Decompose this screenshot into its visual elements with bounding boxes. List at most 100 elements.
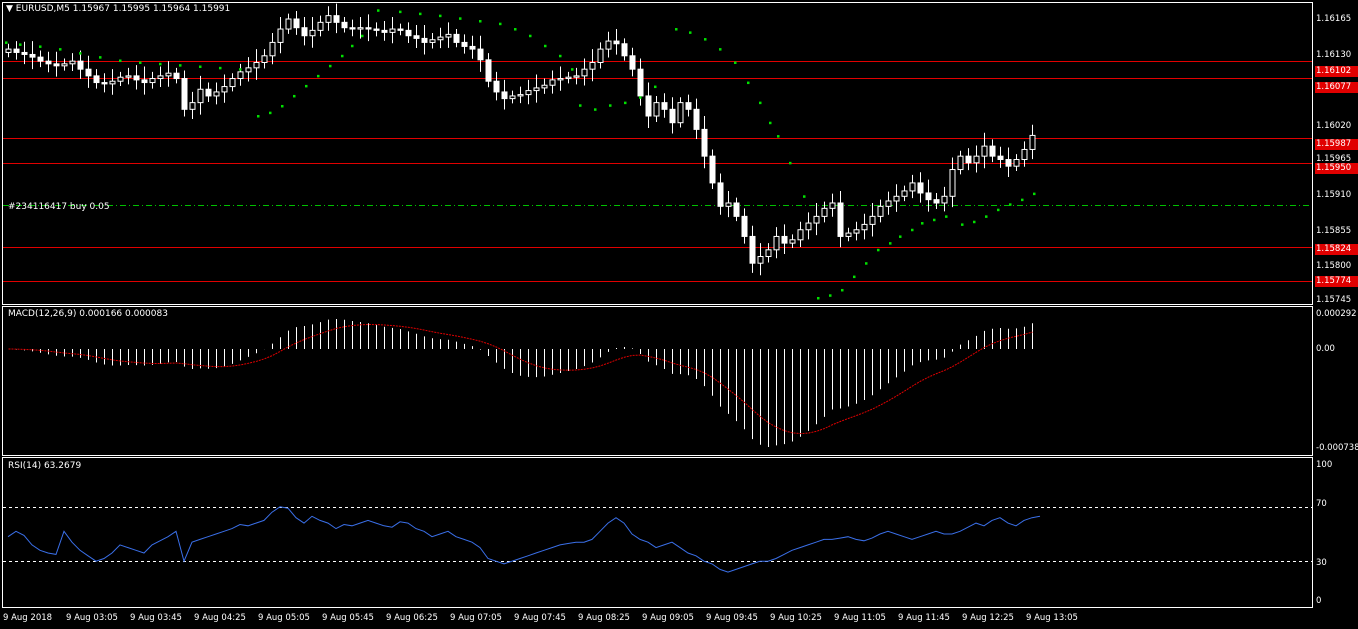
macd-panel-frame <box>2 306 1313 456</box>
candle <box>149 71 156 89</box>
candle <box>269 33 276 65</box>
candle <box>109 69 116 95</box>
rsi-label: RSI(14) 63.2679 <box>8 461 82 471</box>
candle <box>917 172 924 203</box>
time-tick: 9 Aug 10:25 <box>770 613 822 623</box>
time-tick: 9 Aug 11:05 <box>834 613 886 623</box>
candle <box>181 70 188 117</box>
candle <box>789 234 796 248</box>
candle <box>469 35 476 59</box>
sar-dot <box>529 34 532 38</box>
candle <box>493 71 500 101</box>
candle <box>1013 154 1020 172</box>
header-dropdown-icon[interactable]: ▼ <box>6 4 13 14</box>
candle <box>669 97 676 134</box>
sar-dot <box>841 288 844 292</box>
sar-dot <box>499 22 502 26</box>
sar-dot <box>19 43 22 46</box>
candle <box>373 22 380 37</box>
candle <box>821 201 828 223</box>
symbol-header[interactable]: ▼ EURUSD,M5 1.15967 1.15995 1.15964 1.15… <box>6 4 230 15</box>
sar-dot <box>933 218 936 222</box>
candle <box>93 69 100 89</box>
sar-dot <box>803 195 806 198</box>
candle <box>101 73 108 93</box>
rsi-axis-tick: 30 <box>1316 558 1327 568</box>
sar-dot <box>377 9 380 12</box>
candle <box>61 58 68 71</box>
level-tag[interactable]: 1.15774 <box>1315 276 1358 287</box>
time-tick: 9 Aug 13:05 <box>1026 613 1078 623</box>
sar-dot <box>689 31 692 34</box>
sar-dot <box>199 65 202 69</box>
candle <box>45 51 52 73</box>
sar-dot <box>293 94 296 98</box>
candle <box>853 221 860 241</box>
time-tick: 9 Aug 07:05 <box>450 613 502 623</box>
sar-dot <box>609 104 612 107</box>
macd-signal-line <box>8 323 1033 435</box>
candle <box>405 22 412 43</box>
level-tag[interactable]: 1.15950 <box>1315 163 1358 174</box>
candle <box>621 38 628 61</box>
macd-axis-tick: -0.000738 <box>1316 443 1358 453</box>
candle <box>229 73 236 92</box>
candle <box>613 29 620 55</box>
level-tag[interactable]: 1.15824 <box>1315 244 1358 255</box>
candle <box>77 50 84 79</box>
price-panel-frame <box>2 2 1313 305</box>
candle <box>157 66 164 87</box>
price-tick: 1.15855 <box>1316 226 1352 236</box>
sar-dot <box>719 48 722 51</box>
candle <box>829 193 836 217</box>
candle <box>589 49 596 82</box>
candle <box>21 41 28 65</box>
candle <box>957 150 964 175</box>
sar-dot <box>769 121 772 125</box>
sar-dot <box>829 294 832 297</box>
macd-axis-tick: 0.000292 <box>1316 309 1357 319</box>
sar-dot <box>997 208 1000 212</box>
chart-canvas[interactable] <box>0 0 1358 629</box>
candle <box>261 49 268 69</box>
candle <box>597 42 604 69</box>
level-tag[interactable]: 1.16102 <box>1315 66 1358 77</box>
rsi-axis-tick: 70 <box>1316 499 1327 509</box>
time-tick: 9 Aug 06:25 <box>386 613 438 623</box>
sar-dot <box>734 61 737 64</box>
time-tick: 9 Aug 12:25 <box>962 613 1014 623</box>
candle <box>861 213 868 240</box>
level-tag[interactable]: 1.16077 <box>1315 82 1358 93</box>
candle <box>517 86 524 104</box>
candle <box>173 67 180 84</box>
sar-dot <box>789 161 792 165</box>
candle <box>253 49 260 80</box>
time-tick: 9 Aug 2018 <box>3 613 53 623</box>
rsi-axis-tick: 0 <box>1316 596 1322 606</box>
candle <box>653 95 660 123</box>
candle <box>629 47 636 77</box>
candle <box>301 16 308 46</box>
sar-dot <box>514 28 517 31</box>
sar-dot <box>921 222 924 225</box>
time-tick: 9 Aug 05:05 <box>258 613 310 623</box>
candle <box>245 57 252 82</box>
candle <box>389 16 396 44</box>
candle <box>509 90 516 104</box>
candle <box>933 192 940 210</box>
sar-dot <box>973 220 976 224</box>
candle <box>549 70 556 94</box>
sar-dot <box>439 14 442 18</box>
candle <box>477 35 484 72</box>
candle <box>693 98 700 140</box>
sar-dot <box>675 28 678 31</box>
candle <box>733 197 740 222</box>
candle <box>701 116 708 169</box>
level-tag[interactable]: 1.15987 <box>1315 139 1358 150</box>
sar-dot <box>219 66 222 70</box>
candle <box>941 186 948 212</box>
sar-dot <box>139 61 142 64</box>
sar-dot <box>877 248 880 252</box>
candle <box>725 190 732 218</box>
time-tick: 9 Aug 04:25 <box>194 613 246 623</box>
